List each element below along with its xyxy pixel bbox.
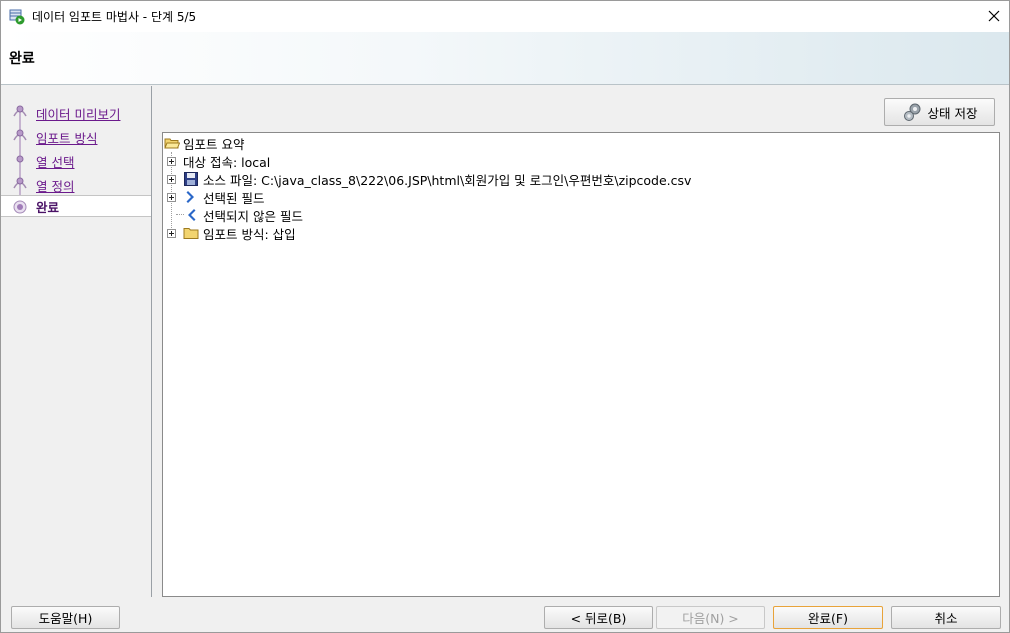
step-label[interactable]: 열 선택 bbox=[36, 152, 74, 171]
step-navigator: 데이터 미리보기 임포트 방식 열 선택 열 정의 완료 bbox=[1, 86, 152, 597]
import-wizard-icon bbox=[9, 9, 25, 25]
step-complete-icon bbox=[12, 174, 28, 196]
import-summary-tree[interactable]: 임포트 요약 대상 접속: local 소스 파일: C:\java_class… bbox=[162, 132, 1000, 597]
help-button[interactable]: 도움말(H) bbox=[11, 606, 120, 629]
step-header: 완료 bbox=[1, 32, 1009, 85]
tree-node-label: 선택된 필드 bbox=[203, 190, 265, 206]
step-column-definition[interactable]: 열 정의 bbox=[1, 174, 151, 196]
step-complete-icon bbox=[12, 126, 28, 148]
save-disk-icon bbox=[183, 171, 199, 187]
finish-button[interactable]: 완료(F) bbox=[773, 606, 883, 629]
chevron-left-icon bbox=[183, 207, 199, 223]
tree-node-unselected-fields[interactable]: 선택되지 않은 필드 bbox=[163, 206, 563, 224]
save-state-label: 상태 저장 bbox=[927, 105, 978, 121]
tree-node-label: 소스 파일: C:\java_class_8\222\06.JSP\html\회… bbox=[203, 172, 692, 188]
step-column-select[interactable]: 열 선택 bbox=[1, 150, 151, 172]
tree-node-target-connection[interactable]: 대상 접속: local bbox=[163, 152, 563, 170]
step-data-preview[interactable]: 데이터 미리보기 bbox=[1, 102, 151, 124]
tree-expander[interactable] bbox=[167, 157, 176, 166]
back-button[interactable]: < 뒤로(B) bbox=[544, 606, 653, 629]
save-state-button[interactable]: 상태 저장 bbox=[884, 98, 995, 126]
cancel-button[interactable]: 취소 bbox=[891, 606, 1001, 629]
step-complete-icon bbox=[12, 102, 28, 124]
import-wizard-window: 데이터 임포트 마법사 - 단계 5/5 완료 데이터 미리보기 임포트 방식 … bbox=[0, 0, 1010, 633]
open-folder-icon bbox=[164, 135, 181, 151]
step-label[interactable]: 열 정의 bbox=[36, 176, 74, 195]
step-label: 완료 bbox=[36, 199, 60, 215]
step-label[interactable]: 임포트 방식 bbox=[36, 128, 97, 147]
tree-node-selected-fields[interactable]: 선택된 필드 bbox=[163, 188, 563, 206]
chevron-right-icon bbox=[183, 189, 199, 205]
tree-expander[interactable] bbox=[167, 175, 176, 184]
title-bar: 데이터 임포트 마법사 - 단계 5/5 bbox=[1, 1, 1009, 32]
step-complete-icon bbox=[12, 150, 28, 172]
step-label[interactable]: 데이터 미리보기 bbox=[36, 104, 120, 123]
close-button[interactable] bbox=[979, 1, 1009, 31]
page-title: 완료 bbox=[9, 51, 35, 67]
tree-root[interactable]: 임포트 요약 bbox=[163, 134, 463, 152]
step-finish[interactable]: 완료 bbox=[1, 195, 151, 217]
window-title: 데이터 임포트 마법사 - 단계 5/5 bbox=[32, 10, 197, 24]
step-current-icon bbox=[12, 196, 28, 218]
tree-expander[interactable] bbox=[167, 193, 176, 202]
tree-node-source-file[interactable]: 소스 파일: C:\java_class_8\222\06.JSP\html\회… bbox=[163, 170, 983, 188]
tree-root-label: 임포트 요약 bbox=[183, 136, 245, 152]
close-icon bbox=[988, 10, 1000, 22]
tree-node-import-method[interactable]: 임포트 방식: 삽입 bbox=[163, 224, 563, 242]
step-import-method[interactable]: 임포트 방식 bbox=[1, 126, 151, 148]
tree-node-label: 선택되지 않은 필드 bbox=[203, 208, 303, 224]
tree-node-label: 대상 접속: local bbox=[183, 154, 271, 170]
next-button: 다음(N) > bbox=[656, 606, 765, 629]
tree-node-label: 임포트 방식: 삽입 bbox=[203, 226, 296, 242]
folder-icon bbox=[183, 225, 199, 241]
tree-expander[interactable] bbox=[167, 229, 176, 238]
gear-icon bbox=[902, 101, 924, 123]
